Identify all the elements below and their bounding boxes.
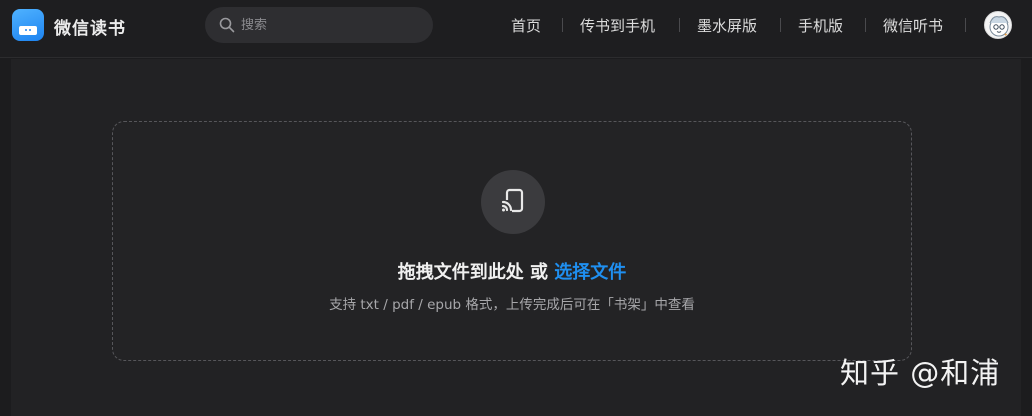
nav-divider [965, 18, 966, 32]
nav-divider [562, 18, 563, 32]
nav-divider [780, 18, 781, 32]
app-name[interactable]: 微信读书 [54, 14, 126, 39]
upload-format-hint: 支持 txt / pdf / epub 格式，上传完成后可在「书架」中查看 [329, 297, 695, 313]
choose-file-link[interactable]: 选择文件 [554, 262, 626, 283]
nav-wechat-listen[interactable]: 微信听书 [883, 15, 943, 35]
nav-divider [679, 18, 680, 32]
nav-send-to-phone[interactable]: 传书到手机 [580, 15, 655, 35]
avatar-image [989, 16, 1011, 38]
drag-hint-text: 拖拽文件到此处 或 [397, 262, 555, 283]
search-input[interactable] [241, 15, 421, 35]
nav-mobile-version[interactable]: 手机版 [798, 15, 843, 35]
user-avatar[interactable] [984, 11, 1012, 39]
search-box[interactable] [205, 7, 433, 43]
nav-eink-version[interactable]: 墨水屏版 [697, 15, 757, 35]
app-logo-icon[interactable] [12, 9, 44, 41]
search-icon [219, 17, 235, 33]
nav-home[interactable]: 首页 [511, 15, 541, 35]
top-bar: 微信读书 首页 传书到手机 墨水屏版 手机版 微信听书 [0, 0, 1032, 58]
cast-to-device-icon [501, 188, 524, 215]
file-drop-zone[interactable]: 拖拽文件到此处 或 选择文件 支持 txt / pdf / epub 格式，上传… [112, 121, 912, 361]
upload-icon-circle[interactable] [481, 170, 545, 234]
nav-divider [865, 18, 866, 32]
upload-headline: 拖拽文件到此处 或 选择文件 [113, 258, 911, 284]
watermark: 知乎 @和浦 [840, 356, 1001, 390]
